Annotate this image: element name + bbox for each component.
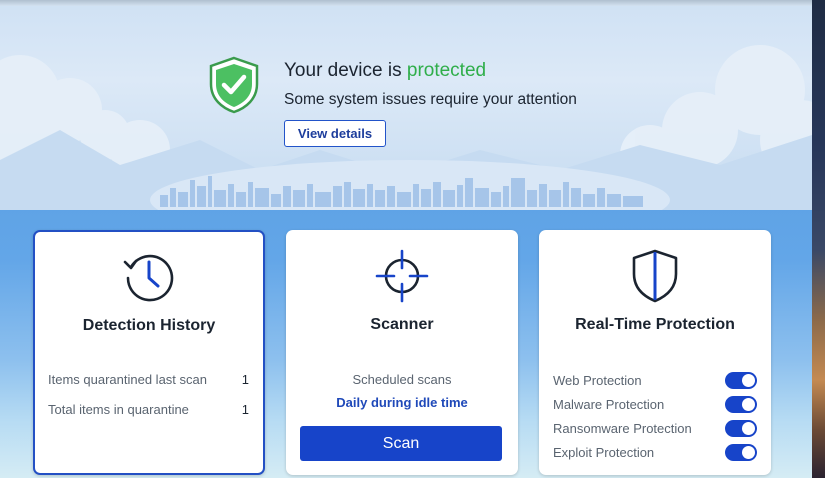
malware-protection-label: Malware Protection (553, 396, 665, 412)
toggle-knob (742, 397, 755, 411)
desktop-background-strip (812, 0, 825, 478)
row-value: 1 (241, 372, 249, 387)
crosshair-icon (375, 249, 429, 303)
row-label: Items quarantined last scan (48, 372, 207, 387)
scanner-card[interactable]: Scanner Scheduled scans Daily during idl… (286, 230, 518, 475)
toggle-knob (742, 445, 755, 459)
exploit-protection-row: Exploit Protection (553, 442, 757, 462)
app-window: Your device is protected Some system iss… (0, 0, 812, 478)
web-protection-label: Web Protection (553, 372, 642, 388)
scheduled-scans-label: Scheduled scans (352, 372, 452, 387)
scan-button[interactable]: Scan (300, 426, 502, 461)
row-value: 1 (241, 402, 249, 417)
realtime-protection-title: Real-Time Protection (575, 316, 735, 333)
web-protection-toggle[interactable] (725, 371, 757, 389)
realtime-protection-card[interactable]: Real-Time Protection Web Protection Malw… (539, 230, 771, 475)
scheduled-scans-link[interactable]: Daily during idle time (286, 395, 518, 410)
malware-protection-row: Malware Protection (553, 394, 757, 414)
detection-history-card[interactable]: Detection History Items quarantined last… (33, 230, 265, 475)
shield-icon (632, 249, 678, 303)
toggle-knob (742, 373, 755, 387)
malware-protection-toggle[interactable] (725, 395, 757, 413)
total-quarantine-row: Total items in quarantine 1 (48, 402, 249, 417)
exploit-protection-toggle[interactable] (725, 443, 757, 461)
protection-status-text: protected (406, 60, 487, 81)
exploit-protection-label: Exploit Protection (553, 444, 655, 460)
clock-history-icon (123, 254, 174, 302)
device-status-title: Your device is protected (284, 60, 486, 82)
ransomware-protection-row: Ransomware Protection (553, 418, 757, 438)
ransomware-protection-label: Ransomware Protection (553, 420, 692, 436)
detection-history-title: Detection History (82, 317, 216, 334)
shield-check-icon (209, 56, 259, 114)
quarantined-last-scan-row: Items quarantined last scan 1 (48, 372, 249, 387)
ransomware-protection-toggle[interactable] (725, 419, 757, 437)
scanner-title: Scanner (370, 316, 434, 333)
toggle-knob (742, 421, 755, 435)
status-title-prefix: Your device is (284, 60, 402, 81)
status-subtitle: Some system issues require your attentio… (284, 91, 577, 108)
web-protection-row: Web Protection (553, 370, 757, 390)
row-label: Total items in quarantine (48, 402, 189, 417)
view-details-button[interactable]: View details (284, 120, 386, 147)
